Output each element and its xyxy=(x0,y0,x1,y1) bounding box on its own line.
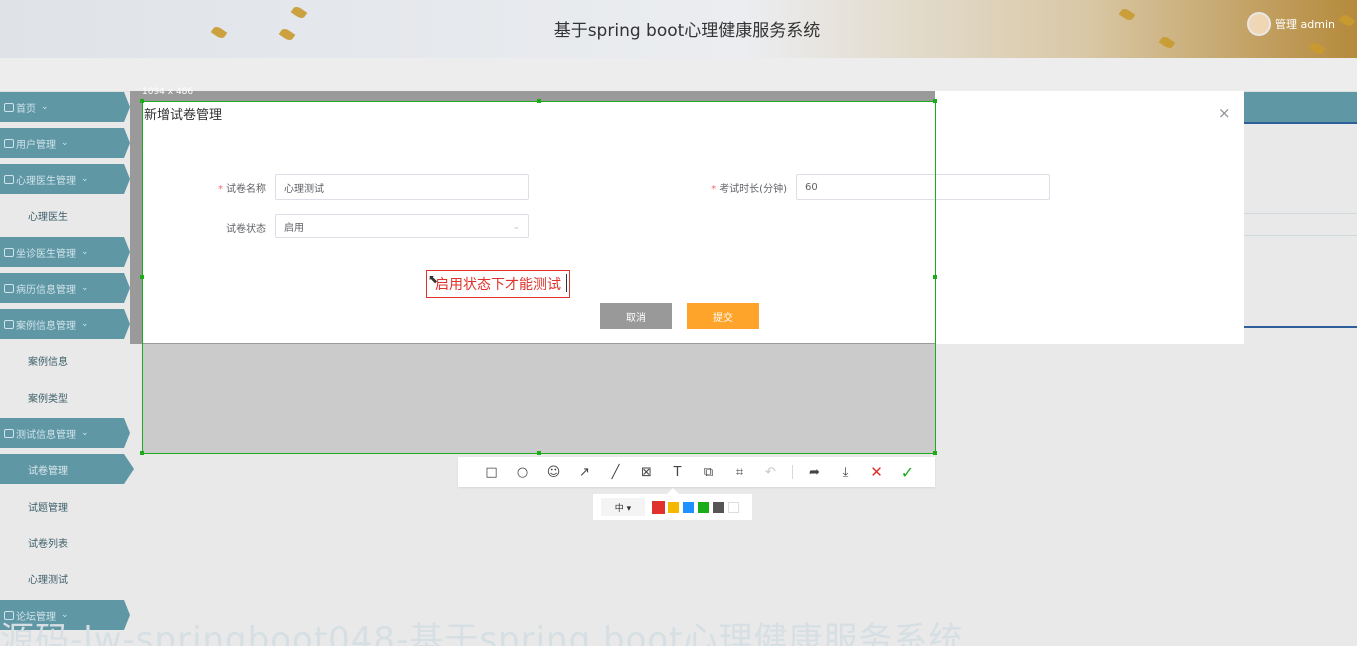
sidebar: 首页 ⌄ 用户管理 ⌄ 心理医生管理 ⌄ 心理医生坐诊医生管理 ⌄ 病历信息管理 ⌄ 案例信息管理 ⌄… xyxy=(0,92,140,646)
resize-handle[interactable] xyxy=(140,275,144,279)
sidebar-item[interactable]: 案例信息 xyxy=(0,345,130,375)
submit-button[interactable]: 提交 xyxy=(687,303,759,329)
sidebar-item-label: 试卷列表 xyxy=(28,538,68,550)
paper-status-label: 试卷状态 xyxy=(226,224,266,235)
paper-name-label: * 试卷名称 xyxy=(218,184,266,195)
sidebar-item[interactable]: 心理测试 xyxy=(0,563,130,593)
sidebar-item[interactable]: 案例信息管理 ⌄ xyxy=(0,309,130,339)
app-title: 基于spring boot心理健康服务系统 xyxy=(553,21,821,41)
chevron-down-icon: ⌄ xyxy=(41,102,49,112)
sidebar-item[interactable]: 案例类型 xyxy=(0,382,130,412)
sidebar-item-label: 案例信息 xyxy=(28,356,68,368)
menu-icon xyxy=(4,319,14,329)
text-tool-icon[interactable]: T xyxy=(662,457,693,487)
chevron-down-icon: ⌄ xyxy=(61,138,69,148)
sidebar-item-label: 心理医生管理 xyxy=(16,175,76,187)
line-tool-icon[interactable]: ╱ xyxy=(600,457,631,487)
sidebar-item[interactable]: 坐诊医生管理 ⌄ xyxy=(0,237,130,267)
sidebar-item[interactable]: 心理医生管理 ⌄ xyxy=(0,164,130,194)
sidebar-item[interactable]: 用户管理 ⌄ xyxy=(0,128,130,158)
dialog-title: 新增试卷管理 xyxy=(144,108,223,123)
sidebar-item-label: 心理医生 xyxy=(28,211,68,223)
sidebar-item[interactable]: 测试信息管理 ⌄ xyxy=(0,418,130,448)
sidebar-item-label: 坐诊医生管理 xyxy=(16,248,76,260)
sidebar-item[interactable]: 病历信息管理 ⌄ xyxy=(0,273,130,303)
mosaic-tool-icon[interactable]: ⊠ xyxy=(631,457,662,487)
color-swatch[interactable] xyxy=(713,501,724,513)
resize-handle[interactable] xyxy=(537,99,541,103)
ocr-tool-icon[interactable]: ⌗ xyxy=(724,457,755,487)
chevron-down-icon: ⌄ xyxy=(81,283,89,293)
selection-size-label: 1094 x 486 xyxy=(142,87,194,97)
paper-status-select[interactable]: 启用 ⌄ xyxy=(275,214,529,238)
paper-name-input[interactable]: 心理测试 xyxy=(275,174,529,200)
chevron-down-icon: ⌄ xyxy=(81,319,89,329)
watermark: 源码-lw-springboot048-基于spring boot心理健康服务系… xyxy=(0,620,964,646)
sidebar-item[interactable]: 试卷管理 xyxy=(0,454,134,484)
color-swatch[interactable] xyxy=(668,501,679,513)
duration-label: * 考试时长(分钟) xyxy=(711,184,787,195)
sidebar-item-label: 试题管理 xyxy=(28,502,68,514)
download-icon[interactable]: ⤓ xyxy=(830,457,861,487)
chevron-down-icon: ⌄ xyxy=(81,247,89,257)
duration-input[interactable]: 60 xyxy=(796,174,1050,200)
resize-handle[interactable] xyxy=(933,99,937,103)
user-menu[interactable]: 管理 admin xyxy=(1247,12,1335,36)
rectangle-tool-icon[interactable]: □ xyxy=(476,457,507,487)
confirm-capture-icon[interactable]: ✓ xyxy=(892,457,923,487)
sidebar-item[interactable]: 试题管理 xyxy=(0,491,130,521)
color-swatch[interactable] xyxy=(728,501,739,513)
text-caret xyxy=(566,274,567,292)
sidebar-item-label: 心理测试 xyxy=(28,574,68,586)
avatar xyxy=(1247,12,1272,36)
sidebar-item-label: 病历信息管理 xyxy=(16,284,76,296)
resize-handle[interactable] xyxy=(933,451,937,455)
dialog-body-right xyxy=(935,91,1244,344)
font-size-select[interactable]: 中 ▾ xyxy=(601,498,645,516)
resize-handle[interactable] xyxy=(933,275,937,279)
copy-tool-icon[interactable]: ⧉ xyxy=(693,457,724,487)
menu-icon xyxy=(4,138,14,148)
sidebar-item-label: 首页 xyxy=(16,103,36,115)
emoji-tool-icon[interactable]: ☺ xyxy=(538,457,569,487)
chevron-down-icon: ⌄ xyxy=(81,174,89,184)
color-swatch[interactable] xyxy=(653,501,664,513)
top-subbar xyxy=(0,58,1357,92)
close-icon[interactable]: × xyxy=(1218,104,1231,122)
toolbar-separator xyxy=(792,465,793,479)
sidebar-item[interactable]: 心理医生 xyxy=(0,200,130,230)
resize-handle[interactable] xyxy=(537,451,541,455)
user-name: 管理 admin xyxy=(1275,18,1335,31)
mouse-cursor-icon: ⬉ xyxy=(428,272,439,286)
sidebar-item[interactable]: 试卷列表 xyxy=(0,527,130,557)
capture-toolbar: □ ○ ☺ ↗ ╱ ⊠ T ⧉ ⌗ ↶ ➦ ⤓ ✕ ✓ xyxy=(458,457,935,487)
arrow-tool-icon[interactable]: ↗ xyxy=(569,457,600,487)
menu-icon xyxy=(4,102,14,112)
capture-region-shade xyxy=(142,344,935,454)
ellipse-tool-icon[interactable]: ○ xyxy=(507,457,538,487)
share-icon[interactable]: ➦ xyxy=(799,457,830,487)
text-annotation[interactable]: 启用状态下才能测试 xyxy=(426,270,570,298)
menu-icon xyxy=(4,428,14,438)
color-swatch[interactable] xyxy=(683,501,694,513)
sidebar-item-label: 试卷管理 xyxy=(28,465,68,477)
sidebar-item-label: 案例信息管理 xyxy=(16,320,76,332)
cancel-capture-icon[interactable]: ✕ xyxy=(861,457,892,487)
resize-handle[interactable] xyxy=(140,99,144,103)
sidebar-item-label: 用户管理 xyxy=(16,139,56,151)
color-swatch[interactable] xyxy=(698,501,709,513)
resize-handle[interactable] xyxy=(140,451,144,455)
sidebar-item-label: 案例类型 xyxy=(28,393,68,405)
chevron-down-icon: ⌄ xyxy=(512,222,520,232)
menu-icon xyxy=(4,247,14,257)
cancel-button[interactable]: 取消 xyxy=(600,303,672,329)
sidebar-item[interactable]: 首页 ⌄ xyxy=(0,92,130,122)
chevron-down-icon: ⌄ xyxy=(81,428,89,438)
menu-icon xyxy=(4,174,14,184)
menu-icon xyxy=(4,283,14,293)
text-style-panel: 中 ▾ xyxy=(593,494,752,520)
undo-tool-icon[interactable]: ↶ xyxy=(755,457,786,487)
sidebar-item-label: 测试信息管理 xyxy=(16,429,76,441)
